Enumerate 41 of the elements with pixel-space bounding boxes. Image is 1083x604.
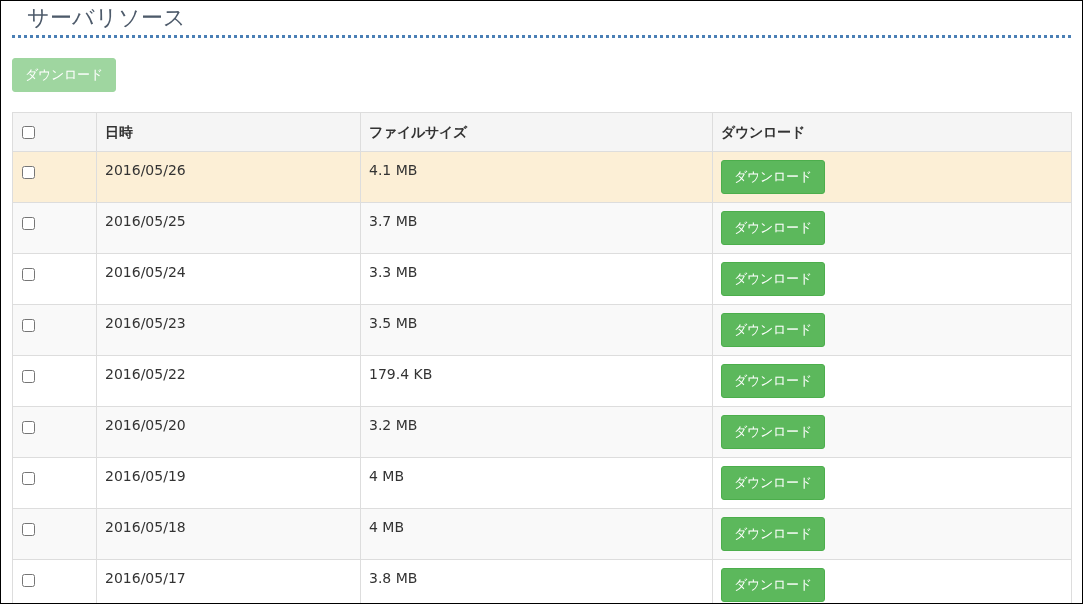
size-cell: 4.1 MB bbox=[369, 162, 418, 178]
size-cell: 4 MB bbox=[369, 519, 405, 535]
download-button[interactable]: ダウンロード bbox=[721, 160, 825, 194]
download-button[interactable]: ダウンロード bbox=[721, 313, 825, 347]
row-checkbox[interactable] bbox=[22, 268, 35, 281]
date-cell: 2016/05/26 bbox=[105, 162, 186, 178]
row-checkbox[interactable] bbox=[22, 166, 35, 179]
row-checkbox[interactable] bbox=[22, 523, 35, 536]
download-button[interactable]: ダウンロード bbox=[721, 364, 825, 398]
row-checkbox[interactable] bbox=[22, 126, 35, 139]
download-button[interactable]: ダウンロード bbox=[721, 262, 825, 296]
size-cell: 3.5 MB bbox=[369, 315, 418, 331]
column-header: 日時 bbox=[105, 123, 133, 140]
row-checkbox[interactable] bbox=[22, 370, 35, 383]
column-header: ファイルサイズ bbox=[369, 123, 467, 140]
date-cell: 2016/05/22 bbox=[105, 366, 186, 382]
size-cell: 3.7 MB bbox=[369, 213, 418, 229]
size-cell: 3.3 MB bbox=[369, 264, 418, 280]
size-cell: 3.2 MB bbox=[369, 417, 418, 433]
date-cell: 2016/05/19 bbox=[105, 468, 186, 484]
row-checkbox[interactable] bbox=[22, 319, 35, 332]
date-cell: 2016/05/17 bbox=[105, 570, 186, 586]
row-checkbox[interactable] bbox=[22, 574, 35, 587]
column-header: ダウンロード bbox=[721, 123, 805, 140]
size-cell: 3.8 MB bbox=[369, 570, 418, 586]
download-button[interactable]: ダウンロード bbox=[721, 211, 825, 245]
date-cell: 2016/05/18 bbox=[105, 519, 186, 535]
date-cell: 2016/05/20 bbox=[105, 417, 186, 433]
download-button[interactable]: ダウンロード bbox=[721, 466, 825, 500]
download-button[interactable]: ダウンロード bbox=[721, 517, 825, 551]
date-cell: 2016/05/23 bbox=[105, 315, 186, 331]
size-cell: 4 MB bbox=[369, 468, 405, 484]
row-checkbox[interactable] bbox=[22, 217, 35, 230]
download-button[interactable]: ダウンロード bbox=[721, 415, 825, 449]
row-checkbox[interactable] bbox=[22, 472, 35, 485]
row-checkbox[interactable] bbox=[22, 421, 35, 434]
date-cell: 2016/05/25 bbox=[105, 213, 186, 229]
date-cell: 2016/05/24 bbox=[105, 264, 186, 280]
size-cell: 179.4 KB bbox=[369, 366, 433, 382]
download-button[interactable]: ダウンロード bbox=[721, 568, 825, 602]
page-title: サーバリソース bbox=[27, 4, 186, 32]
